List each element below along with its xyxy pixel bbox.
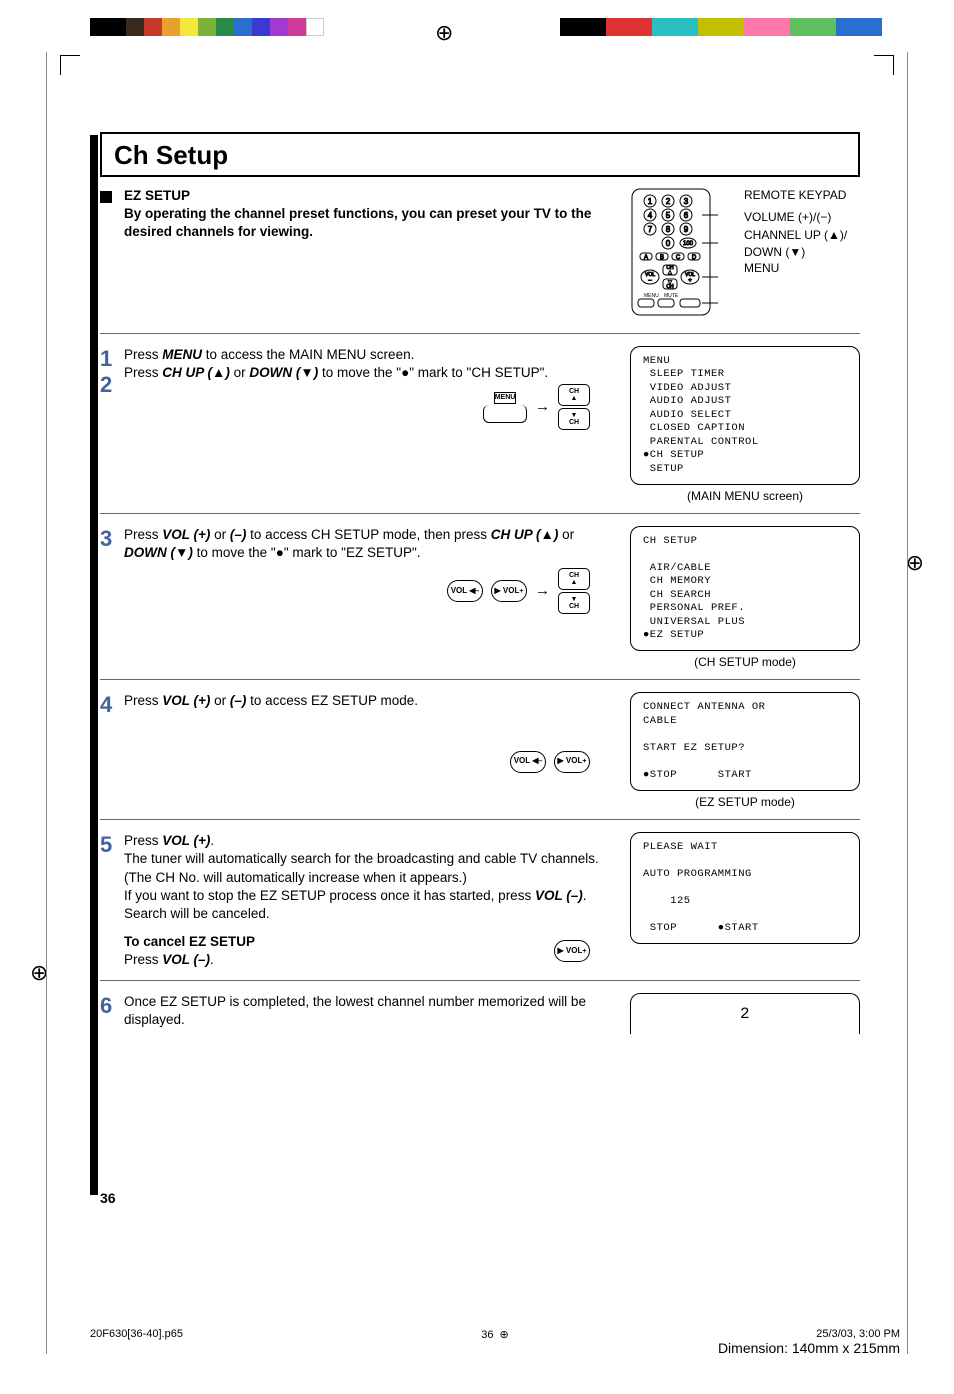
menu-button-label: MENU [494,392,517,403]
bullet-square-icon [100,191,112,203]
side-black-bar [90,135,98,1195]
arrow-right-icon: → [535,581,550,601]
vol-minus-button-icon: VOL ◀– [447,580,483,602]
svg-text:2: 2 [666,197,671,206]
vol-plus-button-icon: ▶ VOL+ [491,580,527,602]
svg-text:8: 8 [666,225,671,234]
step-number-4: 4 [100,692,124,718]
registration-mark-left-icon: ⊕ [30,960,48,986]
ch-up-button-icon: CH▲ [558,384,590,406]
step-number-6: 6 [100,993,124,1019]
arrow-right-icon: → [535,397,550,417]
svg-text:MENU: MENU [644,293,659,299]
remote-label-menu: MENU [744,260,860,276]
menu-button-icon [483,405,527,423]
remote-icon: 1 2 3 4 5 6 7 8 9 0 100 A B C D [630,187,740,317]
vol-minus-button-icon: VOL ◀– [510,751,546,773]
registration-mark-right-icon: ⊕ [906,550,924,576]
svg-text:5: 5 [666,211,671,220]
svg-text:3: 3 [684,197,689,206]
footer-file: 20F630[36-40].p65 [90,1328,183,1356]
step-number-5: 5 [100,832,124,858]
remote-label-volume: VOLUME (+)/(−) [744,209,860,225]
remote-label-keypad: REMOTE KEYPAD [744,187,860,203]
svg-text:MUTE: MUTE [664,293,679,299]
vol-plus-button-icon: ▶ VOL+ [554,940,590,962]
svg-text:A: A [644,255,648,261]
auto-programming-screen: PLEASE WAIT AUTO PROGRAMMING 125 STOP ●S… [630,832,860,944]
svg-text:9: 9 [684,225,689,234]
ch-down-button-icon: ▼CH [558,408,590,430]
svg-text:B: B [660,255,664,261]
ez-setup-screen: CONNECT ANTENNA OR CABLE START EZ SETUP?… [630,692,860,791]
step-number-3: 3 [100,526,124,552]
svg-text:CH: CH [666,284,674,290]
ez-setup-caption: (EZ SETUP mode) [630,795,860,809]
svg-text:▲: ▲ [667,270,673,276]
color-bar-left [90,18,324,36]
ez-setup-intro: EZ SETUP By operating the channel preset… [124,187,620,317]
svg-text:6: 6 [684,211,689,220]
step-number-1: 1 [100,346,124,372]
svg-text:–: – [648,278,652,284]
ch-up-button-icon: CH▲ [558,568,590,590]
ch-setup-screen: CH SETUP AIR/CABLE CH MEMORY CH SEARCH P… [630,526,860,652]
svg-text:100: 100 [683,241,694,247]
main-menu-screen: MENU SLEEP TIMER VIDEO ADJUST AUDIO ADJU… [630,346,860,485]
svg-text:7: 7 [648,225,653,234]
svg-text:C: C [676,255,681,261]
remote-figure: 1 2 3 4 5 6 7 8 9 0 100 A B C D [630,187,860,317]
ch-setup-caption: (CH SETUP mode) [630,655,860,669]
step-number-2: 2 [100,372,124,398]
svg-text:0: 0 [666,239,671,248]
page-title-box: Ch Setup [100,132,860,177]
svg-text:4: 4 [648,211,653,220]
registration-mark-icon: ⊕ [435,20,453,46]
remote-label-channel: CHANNEL UP (▲)/ DOWN (▼) [744,227,860,259]
page-number: 36 [100,1190,860,1206]
svg-text:D: D [692,255,697,261]
vol-plus-button-icon: ▶ VOL+ [554,751,590,773]
svg-text:+: + [688,278,692,284]
cancel-title: To cancel EZ SETUP [124,934,255,949]
page-title: Ch Setup [114,140,846,171]
svg-text:1: 1 [648,197,653,206]
color-bar-right [560,18,882,36]
channel-display-screen: 2 [630,993,860,1034]
registration-mark-icon: ⊕ [500,1328,509,1341]
ch-down-button-icon: ▼CH [558,592,590,614]
main-menu-caption: (MAIN MENU screen) [630,489,860,503]
print-footer: 20F630[36-40].p65 36 ⊕ 25/3/03, 3:00 PM … [90,1328,900,1356]
